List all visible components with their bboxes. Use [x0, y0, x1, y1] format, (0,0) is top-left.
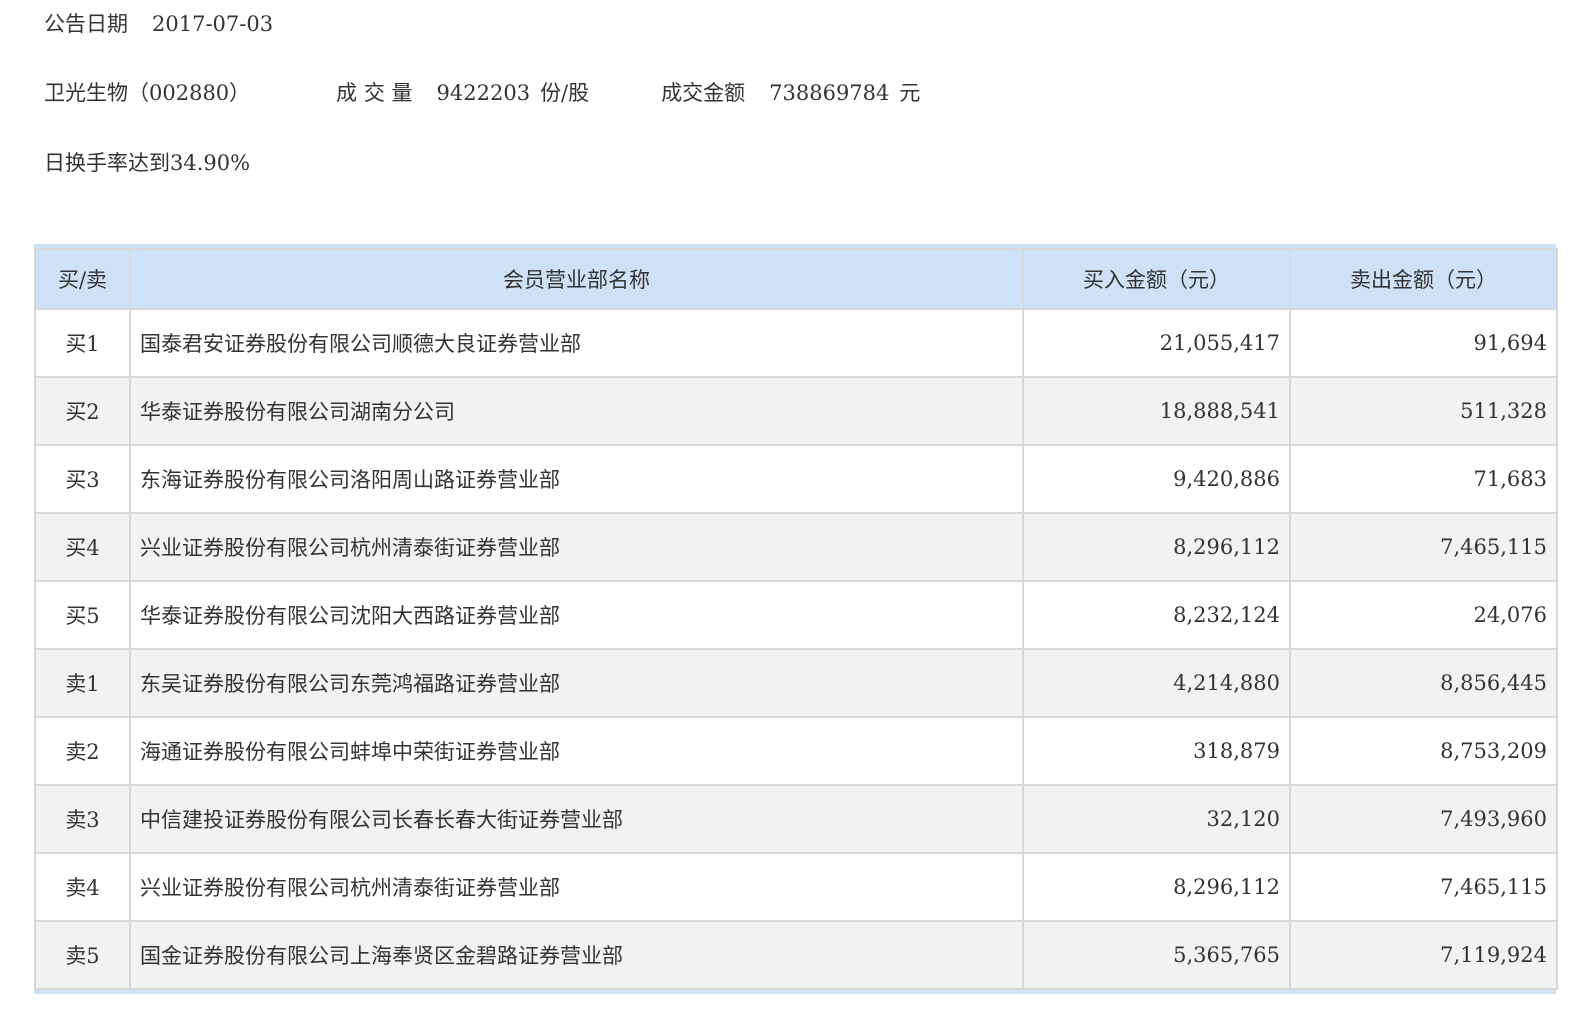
- header-sell-amount: 卖出金额（元）: [1289, 248, 1558, 310]
- announce-date-label: 公告日期: [44, 12, 128, 36]
- row-branch-name: 中信建投证券股份有限公司长春长春大街证券营业部: [129, 784, 1024, 854]
- header-branch-name: 会员营业部名称: [129, 248, 1024, 310]
- row-buy-amount: 4,214,880: [1022, 648, 1291, 718]
- row-buy-amount: 8,232,124: [1022, 580, 1291, 650]
- row-sell-amount: 511,328: [1289, 376, 1558, 446]
- row-buy-amount: 9,420,886: [1022, 444, 1291, 514]
- row-buy-amount: 21,055,417: [1022, 308, 1291, 378]
- row-branch-name: 国金证券股份有限公司上海奉贤区金碧路证券营业部: [129, 920, 1024, 990]
- row-side: 买4: [34, 512, 131, 582]
- row-buy-amount: 32,120: [1022, 784, 1291, 854]
- table-row: 卖2 海通证券股份有限公司蚌埠中荣街证券营业部 318,879 8,753,20…: [34, 716, 1558, 786]
- row-branch-name: 国泰君安证券股份有限公司顺德大良证券营业部: [129, 308, 1024, 378]
- table-row: 卖5 国金证券股份有限公司上海奉贤区金碧路证券营业部 5,365,765 7,1…: [34, 920, 1558, 990]
- stock-summary-line: 卫光生物（002880） 成 交 量 9422203 份/股 成交金额 738869784…: [44, 77, 920, 107]
- row-branch-name: 东海证券股份有限公司洛阳周山路证券营业部: [129, 444, 1024, 514]
- announce-date-value: 2017-07-03: [152, 12, 274, 36]
- table-row: 卖3 中信建投证券股份有限公司长春长春大街证券营业部 32,120 7,493,…: [34, 784, 1558, 854]
- row-side: 卖3: [34, 784, 131, 854]
- row-side: 买5: [34, 580, 131, 650]
- row-side: 买3: [34, 444, 131, 514]
- row-sell-amount: 24,076: [1289, 580, 1558, 650]
- table-row: 买5 华泰证券股份有限公司沈阳大西路证券营业部 8,232,124 24,076: [34, 580, 1558, 650]
- row-buy-amount: 18,888,541: [1022, 376, 1291, 446]
- row-side: 买1: [34, 308, 131, 378]
- row-buy-amount: 5,365,765: [1022, 920, 1291, 990]
- volume-label: 成 交 量: [336, 81, 413, 105]
- table-row: 卖1 东吴证券股份有限公司东莞鸿福路证券营业部 4,214,880 8,856,…: [34, 648, 1558, 718]
- row-sell-amount: 8,753,209: [1289, 716, 1558, 786]
- header-side: 买/卖: [34, 248, 131, 310]
- volume-value: 9422203: [436, 81, 531, 105]
- row-sell-amount: 91,694: [1289, 308, 1558, 378]
- table-row: 买2 华泰证券股份有限公司湖南分公司 18,888,541 511,328: [34, 376, 1558, 446]
- row-sell-amount: 7,465,115: [1289, 852, 1558, 922]
- table-row: 卖4 兴业证券股份有限公司杭州清泰街证券营业部 8,296,112 7,465,…: [34, 852, 1558, 922]
- row-branch-name: 华泰证券股份有限公司沈阳大西路证券营业部: [129, 580, 1024, 650]
- row-sell-amount: 7,465,115: [1289, 512, 1558, 582]
- row-buy-amount: 8,296,112: [1022, 512, 1291, 582]
- row-branch-name: 华泰证券股份有限公司湖南分公司: [129, 376, 1024, 446]
- amount-unit: 元: [899, 81, 921, 105]
- row-buy-amount: 8,296,112: [1022, 852, 1291, 922]
- row-buy-amount: 318,879: [1022, 716, 1291, 786]
- row-branch-name: 东吴证券股份有限公司东莞鸿福路证券营业部: [129, 648, 1024, 718]
- volume-unit: 份/股: [540, 81, 590, 105]
- trading-seats-table: 买/卖 会员营业部名称 买入金额（元） 卖出金额（元） 买1 国泰君安证券股份有…: [34, 248, 1558, 990]
- row-branch-name: 海通证券股份有限公司蚌埠中荣街证券营业部: [129, 716, 1024, 786]
- row-sell-amount: 71,683: [1289, 444, 1558, 514]
- table-header-row: 买/卖 会员营业部名称 买入金额（元） 卖出金额（元）: [34, 248, 1558, 310]
- row-branch-name: 兴业证券股份有限公司杭州清泰街证券营业部: [129, 852, 1024, 922]
- stock-name: 卫光生物（002880）: [44, 81, 251, 105]
- row-branch-name: 兴业证券股份有限公司杭州清泰街证券营业部: [129, 512, 1024, 582]
- row-side: 卖2: [34, 716, 131, 786]
- trading-seats-table-container: 买/卖 会员营业部名称 买入金额（元） 卖出金额（元） 买1 国泰君安证券股份有…: [34, 244, 1558, 994]
- row-side: 卖1: [34, 648, 131, 718]
- table-row: 买1 国泰君安证券股份有限公司顺德大良证券营业部 21,055,417 91,6…: [34, 308, 1558, 378]
- table-row: 买3 东海证券股份有限公司洛阳周山路证券营业部 9,420,886 71,683: [34, 444, 1558, 514]
- listing-reason: 日换手率达到34.90%: [44, 151, 251, 175]
- row-sell-amount: 8,856,445: [1289, 648, 1558, 718]
- row-side: 卖4: [34, 852, 131, 922]
- table-row: 买4 兴业证券股份有限公司杭州清泰街证券营业部 8,296,112 7,465,…: [34, 512, 1558, 582]
- row-side: 买2: [34, 376, 131, 446]
- announce-date-line: 公告日期 2017-07-03: [44, 8, 273, 38]
- amount-label: 成交金额: [661, 81, 746, 105]
- row-sell-amount: 7,493,960: [1289, 784, 1558, 854]
- row-sell-amount: 7,119,924: [1289, 920, 1558, 990]
- amount-value: 738869784: [769, 81, 890, 105]
- header-buy-amount: 买入金额（元）: [1022, 248, 1291, 310]
- row-side: 卖5: [34, 920, 131, 990]
